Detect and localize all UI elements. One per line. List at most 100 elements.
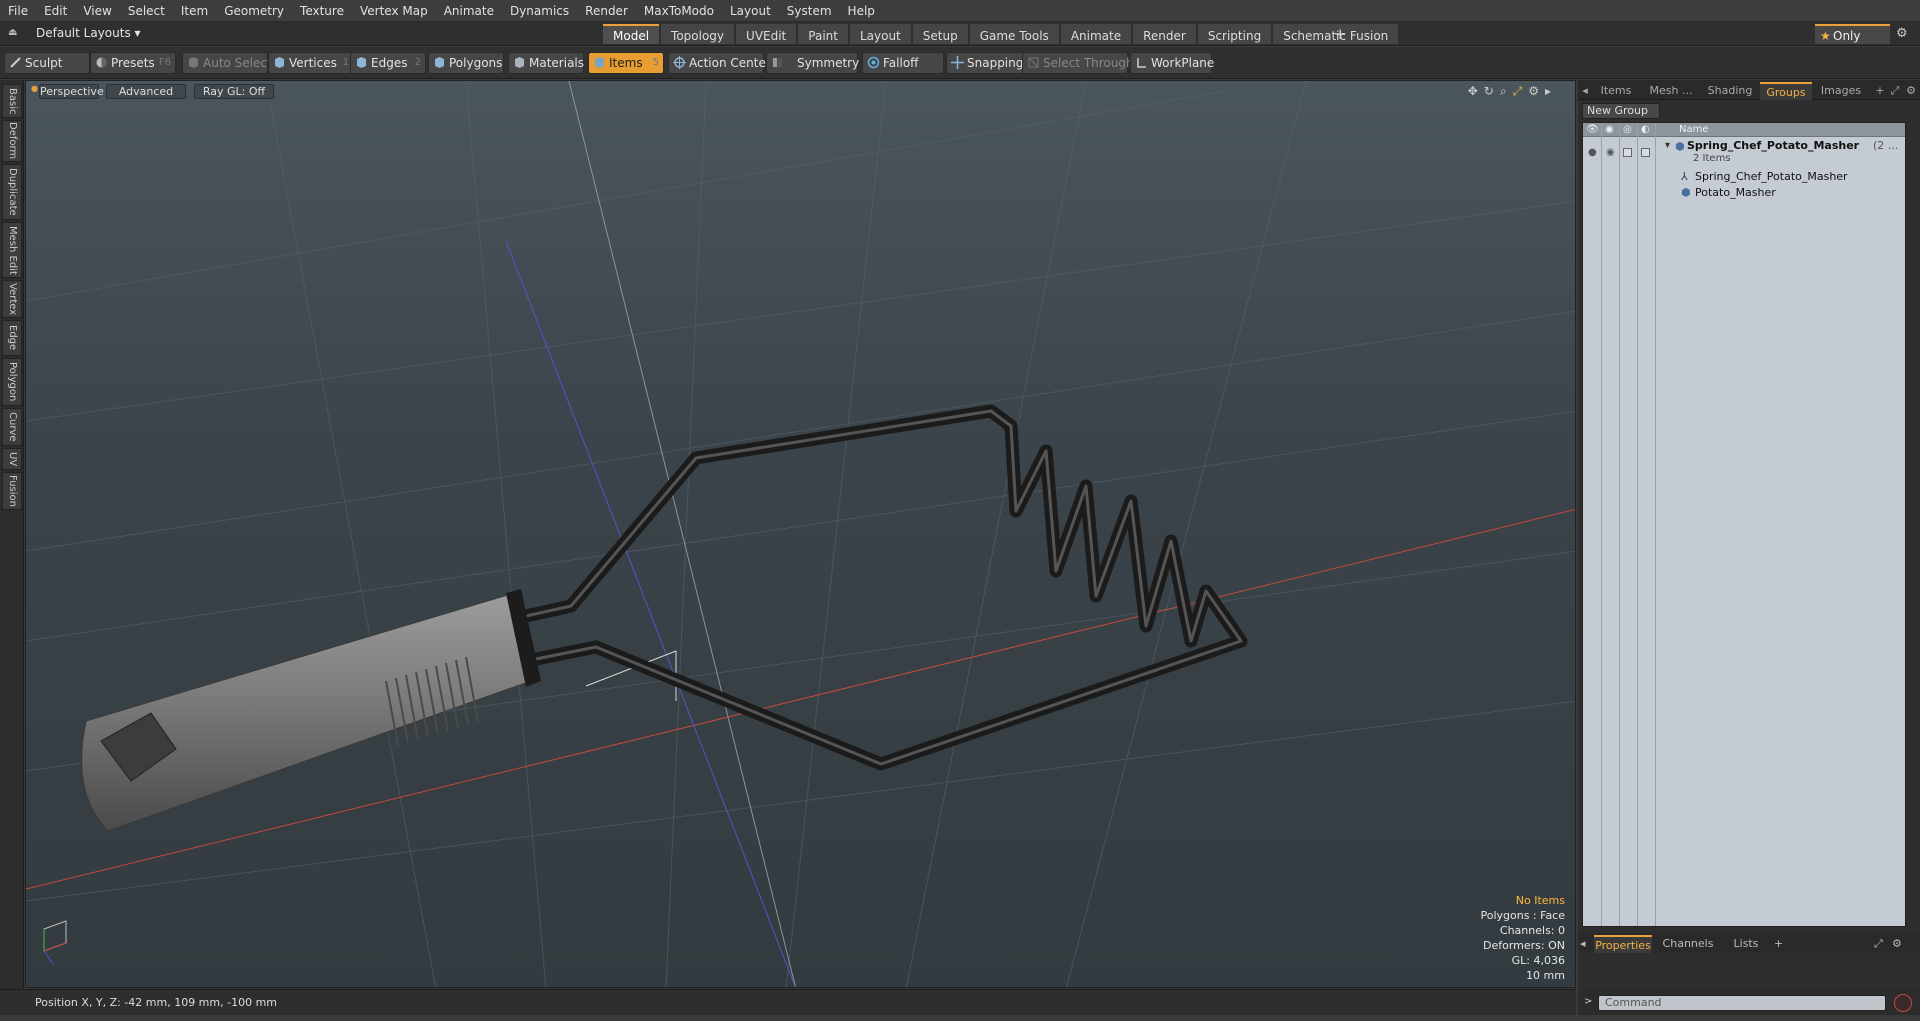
- tab-uvedit[interactable]: UVEdit: [736, 24, 797, 44]
- collapse-arrow-icon[interactable]: ▾: [1665, 140, 1670, 151]
- tab-scripting[interactable]: Scripting: [1197, 24, 1272, 44]
- action-center-button[interactable]: Action Center: [668, 52, 771, 74]
- panel-menu-icon[interactable]: ◂: [1580, 82, 1590, 100]
- viewport-menu-icon[interactable]: ●: [31, 84, 38, 93]
- advanced-dropdown[interactable]: Advanced: [106, 84, 186, 99]
- deformers-text: Deformers: ON: [1483, 939, 1565, 952]
- left-tab-fusion[interactable]: Fusion: [2, 472, 22, 510]
- grid-scale-text: 10 mm: [1526, 969, 1565, 982]
- properties-menu-icon[interactable]: ◂: [1580, 935, 1592, 953]
- menu-layout[interactable]: Layout: [722, 0, 779, 22]
- presets-button[interactable]: Presets F6: [90, 52, 176, 74]
- layout-toggle-icon[interactable]: ⏏: [8, 27, 20, 39]
- menu-animate[interactable]: Animate: [436, 0, 502, 22]
- tab-setup[interactable]: Setup: [912, 24, 968, 44]
- record-macro-icon[interactable]: [1894, 994, 1912, 1012]
- only-button[interactable]: ★ Only: [1815, 24, 1890, 44]
- visibility-header-icon: 👁: [1586, 124, 1599, 135]
- tab-layout[interactable]: Layout: [849, 24, 911, 44]
- left-tab-vertex[interactable]: Vertex: [2, 280, 22, 318]
- left-tab-polygon[interactable]: Polygon: [2, 358, 22, 406]
- group-row[interactable]: ● ◉ ▾ ⬢ Spring_Chef_Potato_Masher (2 ...…: [1583, 139, 1905, 167]
- tab-shading[interactable]: Shading: [1702, 82, 1758, 100]
- menu-vertex-map[interactable]: Vertex Map: [352, 0, 436, 22]
- tab-paint[interactable]: Paint: [798, 24, 848, 44]
- left-tab-edge[interactable]: Edge: [2, 320, 22, 356]
- materials-button[interactable]: Materials: [508, 52, 584, 74]
- tab-lists[interactable]: Lists: [1724, 935, 1768, 953]
- menu-select[interactable]: Select: [120, 0, 173, 22]
- menu-edit[interactable]: Edit: [36, 0, 75, 22]
- tab-groups[interactable]: Groups: [1760, 82, 1812, 100]
- visibility-eye-icon[interactable]: ●: [1588, 147, 1597, 158]
- vertices-button[interactable]: Vertices 1: [268, 52, 354, 74]
- tab-game-tools[interactable]: Game Tools: [969, 24, 1059, 44]
- menu-item[interactable]: Item: [173, 0, 216, 22]
- auto-select-button[interactable]: Auto Select: [182, 52, 272, 74]
- snapping-button[interactable]: Snapping: [946, 52, 1028, 74]
- 3d-viewport[interactable]: ● Perspective Advanced Ray GL: Off ✥↻⌕⤢⚙…: [25, 80, 1576, 988]
- lock-checkbox[interactable]: [1623, 148, 1632, 157]
- workplane-button[interactable]: WorkPlane: [1130, 52, 1214, 74]
- add-panel-tab-icon[interactable]: +: [1874, 82, 1886, 100]
- left-tab-uv[interactable]: UV: [2, 448, 22, 470]
- command-input[interactable]: Command: [1598, 995, 1886, 1011]
- layout-bar: ⏏ Default Layouts ▾ Model Topology UVEdi…: [0, 22, 1920, 46]
- left-tab-basic[interactable]: Basic: [2, 84, 22, 118]
- render-toggle-icon[interactable]: ◉: [1606, 147, 1615, 158]
- select-checkbox[interactable]: [1641, 148, 1650, 157]
- default-layouts-dropdown[interactable]: Default Layouts ▾: [36, 26, 141, 40]
- menu-maxtomodo[interactable]: MaxToModo: [636, 0, 722, 22]
- expand-properties-icon[interactable]: ⤢: [1874, 935, 1888, 953]
- tab-mesh[interactable]: Mesh ...: [1642, 82, 1700, 100]
- tool-toolbar: Sculpt Presets F6 Auto Select Vertices 1…: [0, 47, 1920, 79]
- menu-file[interactable]: File: [0, 0, 36, 22]
- maximize-view-icon[interactable]: ⤢: [1513, 84, 1529, 98]
- tab-channels[interactable]: Channels: [1658, 935, 1718, 953]
- rotate-view-icon[interactable]: ↻: [1484, 84, 1500, 98]
- tab-properties[interactable]: Properties: [1594, 935, 1652, 953]
- perspective-dropdown[interactable]: Perspective: [39, 84, 104, 99]
- move-view-icon[interactable]: ✥: [1468, 84, 1484, 98]
- viewport-more-icon[interactable]: ▸: [1545, 84, 1557, 98]
- expand-panel-icon[interactable]: ⤢: [1888, 82, 1902, 100]
- tab-render[interactable]: Render: [1133, 24, 1196, 44]
- left-tab-duplicate[interactable]: Duplicate: [2, 164, 22, 220]
- gear-icon[interactable]: ⚙: [1896, 26, 1908, 41]
- menu-geometry[interactable]: Geometry: [216, 0, 292, 22]
- add-properties-tab-icon[interactable]: +: [1774, 935, 1786, 953]
- menu-view[interactable]: View: [75, 0, 119, 22]
- list-item[interactable]: ⬢ Potato_Masher: [1583, 185, 1905, 201]
- tab-items[interactable]: Items: [1592, 82, 1640, 100]
- menu-texture[interactable]: Texture: [292, 0, 352, 22]
- tab-topology[interactable]: Topology: [661, 24, 735, 44]
- left-tab-curve[interactable]: Curve: [2, 408, 22, 446]
- raygl-toggle[interactable]: Ray GL: Off: [194, 84, 274, 99]
- menu-render[interactable]: Render: [577, 0, 636, 22]
- list-item[interactable]: ⅄ Spring_Chef_Potato_Masher: [1583, 169, 1905, 185]
- tab-images[interactable]: Images: [1814, 82, 1868, 100]
- workplane-icon: [1137, 58, 1146, 68]
- properties-settings-icon[interactable]: ⚙: [1892, 935, 1906, 953]
- edges-button[interactable]: Edges 2: [350, 52, 426, 74]
- view-cube-icon[interactable]: [43, 920, 67, 966]
- edges-icon: [357, 57, 366, 68]
- symmetry-button[interactable]: Symmetry: [766, 52, 859, 74]
- tab-animate[interactable]: Animate: [1060, 24, 1132, 44]
- select-through-button[interactable]: Select Through: [1022, 52, 1134, 74]
- polygons-button[interactable]: Polygons: [428, 52, 504, 74]
- left-tab-mesh-edit[interactable]: Mesh Edit: [2, 222, 22, 278]
- menu-dynamics[interactable]: Dynamics: [502, 0, 577, 22]
- items-button[interactable]: Items 5: [588, 52, 664, 74]
- new-group-button[interactable]: New Group: [1582, 103, 1660, 119]
- sculpt-button[interactable]: Sculpt: [4, 52, 90, 74]
- falloff-button[interactable]: Falloff: [862, 52, 944, 74]
- panel-settings-icon[interactable]: ⚙: [1904, 82, 1918, 100]
- menu-system[interactable]: System: [779, 0, 840, 22]
- menu-help[interactable]: Help: [840, 0, 883, 22]
- zoom-view-icon[interactable]: ⌕: [1500, 84, 1513, 98]
- left-tab-deform[interactable]: Deform: [2, 120, 22, 162]
- add-tab-icon[interactable]: +: [1334, 25, 1347, 43]
- viewport-settings-icon[interactable]: ⚙: [1528, 84, 1545, 98]
- tab-model[interactable]: Model: [603, 24, 660, 44]
